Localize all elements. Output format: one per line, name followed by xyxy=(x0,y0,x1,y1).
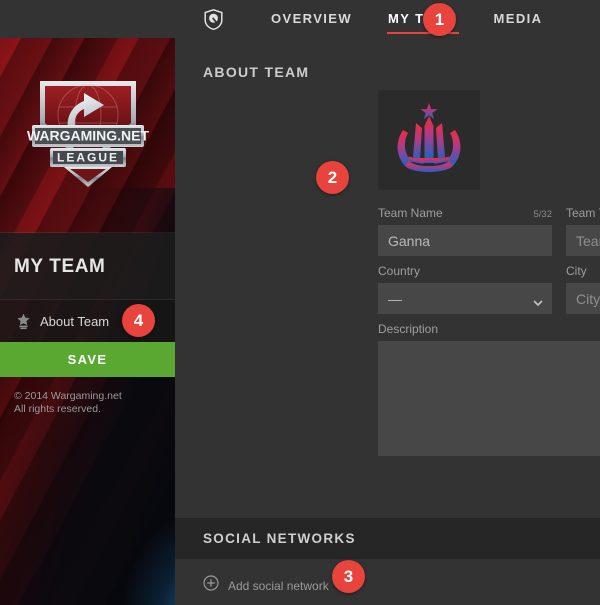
form-row-country-city: Country — City City xyxy=(378,264,600,314)
top-navigation-bar: OVERVIEW MY TEAM MEDIA xyxy=(0,0,600,38)
field-team-name-label: Team Name xyxy=(378,206,443,220)
sidebar-blue-glow xyxy=(0,385,175,605)
nav-item-list: OVERVIEW MY TEAM MEDIA xyxy=(253,0,560,38)
city-input[interactable] xyxy=(566,283,600,314)
field-team-name-counter: 5/32 xyxy=(533,209,553,220)
country-select[interactable]: — xyxy=(378,283,552,314)
app-root: OVERVIEW MY TEAM MEDIA xyxy=(0,0,600,605)
annotation-badge-3: 3 xyxy=(332,560,365,593)
add-social-network-label: Add social network xyxy=(228,578,329,593)
annotation-badge-2: 2 xyxy=(316,161,349,194)
field-description: Description 0/500 xyxy=(378,322,600,461)
save-button[interactable]: SAVE xyxy=(0,342,175,377)
field-description-label: Description xyxy=(378,322,439,336)
page-title: ABOUT TEAM xyxy=(203,64,310,80)
tab-overview-label: OVERVIEW xyxy=(271,11,353,26)
wargaming-league-logo: WARGAMING.NET LEAGUE xyxy=(0,58,175,198)
field-team-tag-head: Team Tag 0/8 xyxy=(566,206,600,225)
add-social-network-button[interactable]: Add social network xyxy=(203,575,329,596)
main-content-panel: ABOUT TEAM Team Name 5/32 Ganna Team Tea… xyxy=(175,38,600,605)
team-emblem-upload[interactable] xyxy=(378,90,480,190)
description-textarea-wrap xyxy=(378,341,600,461)
country-select-wrap: — xyxy=(378,283,552,314)
form-row-name-tag: Team Name 5/32 Team Tag 0/8 xyxy=(378,206,600,256)
team-name-input[interactable] xyxy=(378,225,552,256)
about-team-form: Team Name 5/32 Team Tag 0/8 Country xyxy=(378,206,600,461)
sidebar-team-title: MY TEAM xyxy=(14,255,106,277)
sidebar-item-about-team-label: About Team xyxy=(40,313,110,329)
team-emblem-icon xyxy=(397,103,461,172)
field-team-tag-label: Team Tag xyxy=(566,206,600,220)
field-city: City 0/35 xyxy=(566,264,600,314)
field-team-name-head: Team Name 5/32 xyxy=(378,206,552,225)
field-team-tag: Team Tag 0/8 xyxy=(566,206,600,256)
social-networks-header: SOCIAL NETWORKS xyxy=(175,518,600,559)
tab-media-label: MEDIA xyxy=(493,11,543,26)
plus-circle-icon xyxy=(203,575,219,596)
field-city-head: City 0/35 xyxy=(566,264,600,283)
social-networks-title: SOCIAL NETWORKS xyxy=(203,531,356,546)
description-textarea[interactable] xyxy=(378,341,600,456)
field-description-head: Description 0/500 xyxy=(378,322,600,341)
team-tag-input[interactable] xyxy=(566,225,600,256)
star-medal-icon xyxy=(6,313,40,330)
sidebar-team-header: MY TEAM xyxy=(0,233,175,300)
copyright-line-1: © 2014 Wargaming.net xyxy=(14,390,122,402)
copyright-block: © 2014 Wargaming.net All rights reserved… xyxy=(14,390,174,415)
logo-line2-text: LEAGUE xyxy=(56,151,118,165)
field-team-name: Team Name 5/32 xyxy=(378,206,552,256)
field-country-head: Country xyxy=(378,264,552,283)
logo-line1-text: WARGAMING.NET xyxy=(26,128,149,144)
copyright-line-2: All rights reserved. xyxy=(14,402,101,415)
tab-overview[interactable]: OVERVIEW xyxy=(253,0,370,38)
field-country-label: Country xyxy=(378,264,421,278)
field-country: Country — xyxy=(378,264,552,314)
annotation-badge-4: 4 xyxy=(122,304,155,337)
field-city-label: City xyxy=(566,264,587,278)
annotation-badge-1: 1 xyxy=(423,3,456,36)
shield-logo-icon[interactable] xyxy=(203,9,224,30)
tab-media[interactable]: MEDIA xyxy=(476,0,561,38)
